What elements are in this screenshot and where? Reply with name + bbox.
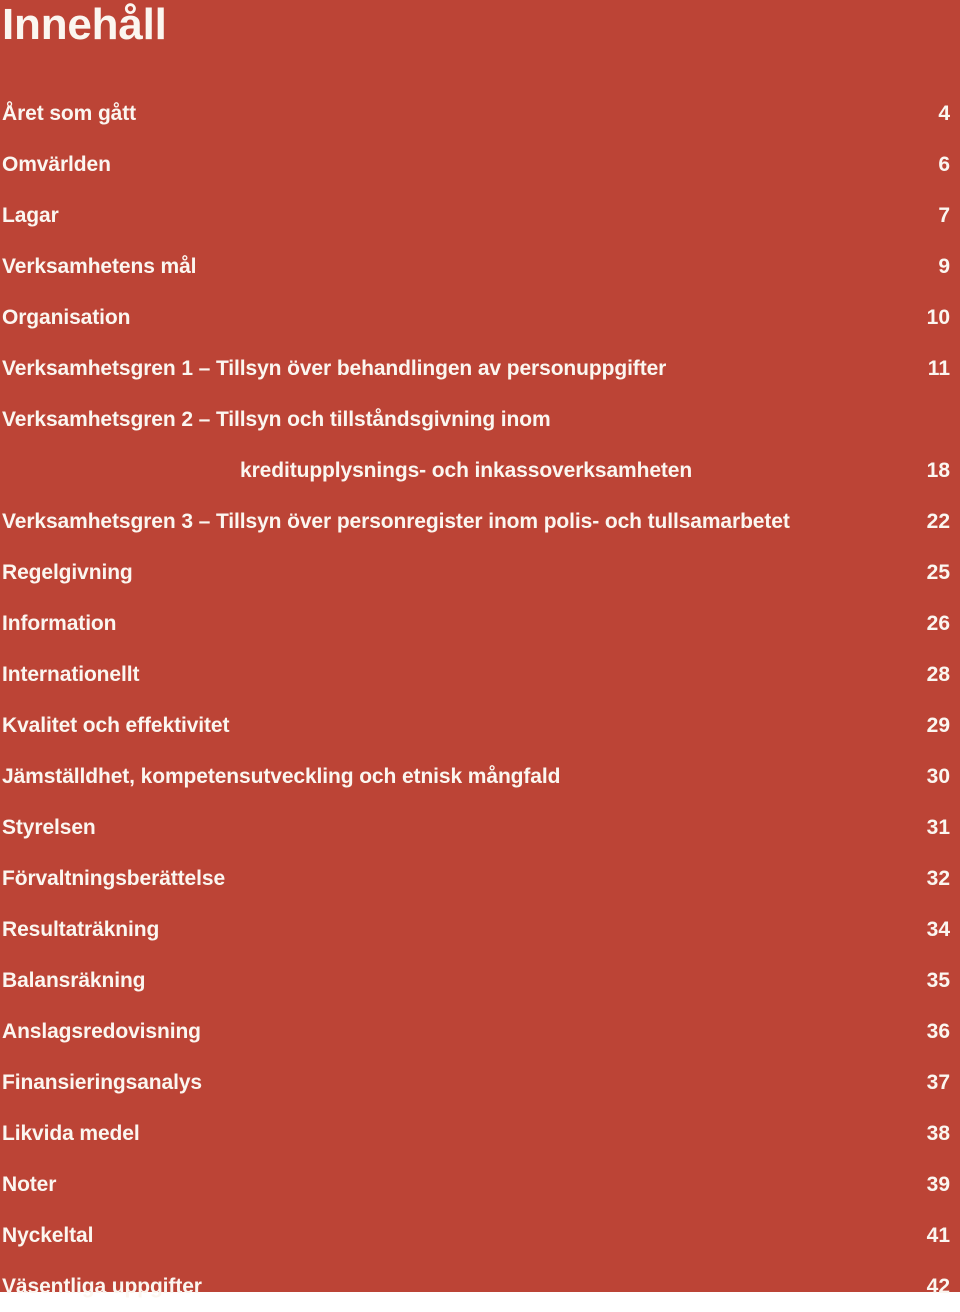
toc-entry-page-number: 22 xyxy=(926,510,950,533)
toc-entry[interactable]: Information 26 xyxy=(2,598,950,649)
toc-entry-page-number: 11 xyxy=(927,357,950,380)
toc-entry-label-wrap: Information xyxy=(2,598,916,649)
toc-entry-label: Finansieringsanalys xyxy=(2,1071,203,1094)
toc-entry-page-number: 37 xyxy=(926,1071,950,1094)
toc-entry-page-number: 31 xyxy=(926,816,950,839)
toc-entry-label-wrap: Verksamhetsgren 1 – Tillsyn över behandl… xyxy=(2,343,916,394)
toc-entry-label: Anslagsredovisning xyxy=(2,1020,201,1043)
toc-entry-page-number: 39 xyxy=(926,1173,950,1196)
toc-entry-label-wrap: Kvalitet och effektivitet xyxy=(2,700,916,751)
toc-entry-page-number: 36 xyxy=(926,1020,950,1043)
toc-entry[interactable]: Resultaträkning 34 xyxy=(2,904,950,955)
toc-entry-page-number: 10 xyxy=(926,306,950,329)
toc-entry-page-number: 41 xyxy=(926,1224,950,1247)
toc-entry-label-wrap: Finansieringsanalys xyxy=(2,1057,916,1108)
toc-entry-page-number: 34 xyxy=(926,918,950,941)
page-title: Innehåll xyxy=(2,0,167,49)
toc-entry-label: Styrelsen xyxy=(2,816,96,839)
toc-entry[interactable]: Verksamhetsgren 2 – Tillsyn och tillstån… xyxy=(2,394,950,496)
toc-entry[interactable]: Omvärlden 6 xyxy=(2,139,950,190)
toc-entry-page-number: 4 xyxy=(938,102,950,125)
table-of-contents-page: Innehåll Året som gått 4 Omvärlden 6 Lagar 7 V… xyxy=(0,0,960,1298)
toc-entry[interactable]: Regelgivning 25 xyxy=(2,547,950,598)
toc-entry[interactable]: Väsentliga uppgifter 42 xyxy=(2,1261,950,1312)
toc-entry[interactable]: Nyckeltal 41 xyxy=(2,1210,950,1261)
toc-entry-label-wrap: Noter xyxy=(2,1159,916,1210)
toc-entry-label-wrap: Året som gått xyxy=(2,88,916,139)
toc-entry[interactable]: Likvida medel 38 xyxy=(2,1108,950,1159)
toc-entry-label: Regelgivning xyxy=(2,561,133,584)
toc-entry[interactable]: Organisation 10 xyxy=(2,292,950,343)
toc-entry-label: Väsentliga uppgifter xyxy=(2,1275,202,1298)
toc-entry-label-wrap: Verksamhetens mål xyxy=(2,241,916,292)
toc-entry-page-number: 32 xyxy=(926,867,950,890)
toc-entry[interactable]: Balansräkning 35 xyxy=(2,955,950,1006)
toc-entry-label-wrap: Likvida medel xyxy=(2,1108,916,1159)
toc-entry-label: Likvida medel xyxy=(2,1122,140,1145)
toc-entry-label: Verksamhetens mål xyxy=(2,255,197,278)
toc-entry-label: Omvärlden xyxy=(2,153,111,176)
toc-entry[interactable]: Lagar 7 xyxy=(2,190,950,241)
toc-entry-label: Resultaträkning xyxy=(2,918,160,941)
toc-entry-label-wrap: Verksamhetsgren 3 – Tillsyn över personr… xyxy=(2,496,916,547)
toc-entry[interactable]: Styrelsen 31 xyxy=(2,802,950,853)
toc-entry-label-wrap: Anslagsredovisning xyxy=(2,1006,916,1057)
toc-entry-label-wrap: Organisation xyxy=(2,292,916,343)
toc-entry-label-wrap: Väsentliga uppgifter xyxy=(2,1261,916,1312)
toc-entry[interactable]: Internationellt 28 xyxy=(2,649,950,700)
toc-entry-label: Noter xyxy=(2,1173,57,1196)
toc-entry-label: Kvalitet och effektivitet xyxy=(2,714,230,737)
toc-entry-page-number: 30 xyxy=(926,765,950,788)
toc-entry-page-number: 26 xyxy=(926,612,950,635)
toc-entry[interactable]: Noter 39 xyxy=(2,1159,950,1210)
toc-entry-label-wrap: Resultaträkning xyxy=(2,904,916,955)
toc-entry-page-number: 28 xyxy=(926,663,950,686)
toc-entry-label-wrap: Verksamhetsgren 2 – Tillsyn och tillstån… xyxy=(2,394,916,496)
toc-entry-page-number: 42 xyxy=(926,1275,950,1298)
toc-entry-label-continuation: kreditupplysnings- och inkassoverksamhet… xyxy=(240,459,693,482)
toc-entry[interactable]: Finansieringsanalys 37 xyxy=(2,1057,950,1108)
toc-entry[interactable]: Förvaltningsberättelse 32 xyxy=(2,853,950,904)
toc-entry-label: Lagar xyxy=(2,204,59,227)
toc-entry[interactable]: Kvalitet och effektivitet 29 xyxy=(2,700,950,751)
toc-entry[interactable]: Verksamhetsgren 3 – Tillsyn över personr… xyxy=(2,496,950,547)
toc-entry-label-wrap: Regelgivning xyxy=(2,547,916,598)
toc-entry-page-number: 25 xyxy=(926,561,950,584)
toc-entry-label: Balansräkning xyxy=(2,969,146,992)
toc-entry-label: Förvaltningsberättelse xyxy=(2,867,226,890)
toc-entry-label-wrap: Omvärlden xyxy=(2,139,916,190)
toc-entry-page-number: 9 xyxy=(938,255,950,278)
toc-entry-label-wrap: Jämställdhet, kompetensutveckling och et… xyxy=(2,751,916,802)
toc-entry[interactable]: Året som gått 4 xyxy=(2,88,950,139)
toc-entry[interactable]: Jämställdhet, kompetensutveckling och et… xyxy=(2,751,950,802)
toc-entry-page-number: 7 xyxy=(938,204,950,227)
toc-entry-page-number: 6 xyxy=(938,153,950,176)
toc-entry-page-number: 38 xyxy=(926,1122,950,1145)
toc-entry-label: Nyckeltal xyxy=(2,1224,94,1247)
toc-entry-label: Information xyxy=(2,612,117,635)
toc-entry-label-wrap: Nyckeltal xyxy=(2,1210,916,1261)
toc-entry-label: Verksamhetsgren 3 – Tillsyn över personr… xyxy=(2,510,790,533)
toc-entry-label: Organisation xyxy=(2,306,131,329)
toc-entry-page-number: 35 xyxy=(926,969,950,992)
toc-entry-label: Verksamhetsgren 2 – Tillsyn och tillstån… xyxy=(2,408,551,431)
toc-entry-list: Året som gått 4 Omvärlden 6 Lagar 7 Verksamhet… xyxy=(2,88,950,1312)
toc-entry-page-number: 18 xyxy=(926,459,950,482)
toc-entry-page-number: 29 xyxy=(926,714,950,737)
toc-entry[interactable]: Verksamhetsgren 1 – Tillsyn över behandl… xyxy=(2,343,950,394)
toc-entry[interactable]: Verksamhetens mål 9 xyxy=(2,241,950,292)
toc-entry-label: Verksamhetsgren 1 – Tillsyn över behandl… xyxy=(2,357,667,380)
toc-entry-label-wrap: Internationellt xyxy=(2,649,916,700)
toc-entry-label: Jämställdhet, kompetensutveckling och et… xyxy=(2,765,561,788)
toc-entry-label-wrap: Balansräkning xyxy=(2,955,916,1006)
toc-entry-label-wrap: Styrelsen xyxy=(2,802,916,853)
toc-entry[interactable]: Anslagsredovisning 36 xyxy=(2,1006,950,1057)
toc-entry-label: Internationellt xyxy=(2,663,140,686)
toc-entry-label-wrap: Förvaltningsberättelse xyxy=(2,853,916,904)
toc-entry-label: Året som gått xyxy=(2,102,137,125)
toc-entry-label-wrap: Lagar xyxy=(2,190,916,241)
